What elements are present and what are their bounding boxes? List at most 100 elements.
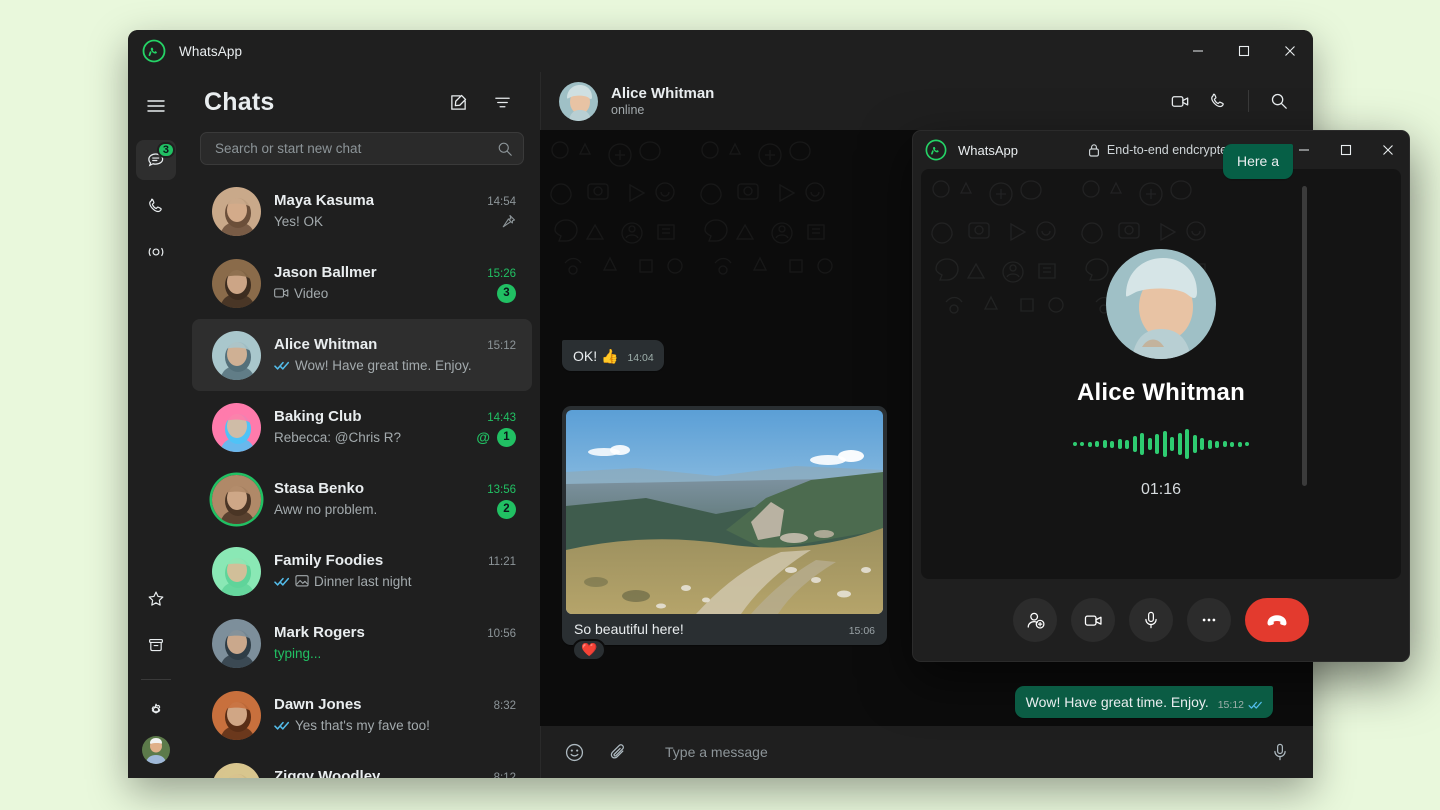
waveform-bar xyxy=(1110,441,1114,448)
unread-badge: 2 xyxy=(497,500,516,519)
avatar-image xyxy=(212,475,261,524)
message-text: Wow! Have great time. Enjoy. xyxy=(1026,693,1209,712)
sidebar-item-calls[interactable] xyxy=(136,186,176,226)
avatar-image xyxy=(212,763,261,779)
message-time: 14:04 xyxy=(627,351,653,365)
search-in-chat-button[interactable] xyxy=(1263,85,1295,117)
main-body: 3 xyxy=(128,72,1313,778)
minimize-button[interactable] xyxy=(1175,30,1221,72)
waveform-bar xyxy=(1185,429,1189,459)
app-title: WhatsApp xyxy=(179,44,242,59)
waveform-bar xyxy=(1215,441,1219,448)
contact-avatar[interactable] xyxy=(559,82,598,121)
attachment-button[interactable] xyxy=(603,737,633,767)
waveform-bar xyxy=(1208,440,1212,449)
chat-time: 15:12 xyxy=(479,340,516,352)
search-input[interactable] xyxy=(215,141,497,156)
waveform-bar xyxy=(1140,433,1144,455)
archive-icon xyxy=(146,635,166,655)
waveform-bar xyxy=(1223,441,1227,447)
phone-icon xyxy=(146,196,166,216)
maximize-button[interactable] xyxy=(1221,30,1267,72)
sidebar-item-settings[interactable] xyxy=(136,690,176,730)
chat-list-item[interactable]: Jason Ballmer 15:26 Video 3 xyxy=(192,247,532,319)
waveform-bar xyxy=(1095,441,1099,447)
chat-avatar[interactable] xyxy=(212,259,261,308)
chat-name: Family Foodies xyxy=(274,552,383,569)
chat-list-item[interactable]: Ziggy Woodley 8:12 xyxy=(192,751,532,778)
avatar-image xyxy=(212,619,261,668)
search-icon[interactable] xyxy=(497,141,513,157)
chat-avatar[interactable] xyxy=(212,763,261,779)
new-chat-icon xyxy=(449,93,468,112)
waveform-bar xyxy=(1200,438,1204,450)
close-button[interactable] xyxy=(1267,30,1313,72)
chat-preview: Yes that's my fave too! xyxy=(274,718,430,733)
close-icon xyxy=(1382,144,1394,156)
phone-icon xyxy=(1208,91,1228,111)
image-message-bubble[interactable]: So beautiful here! 15:06 ❤️ xyxy=(562,406,887,645)
waveform-bar xyxy=(1170,437,1174,451)
chat-avatar[interactable] xyxy=(212,331,261,380)
waveform-bar xyxy=(1238,442,1242,447)
hamburger-menu-icon xyxy=(146,96,166,116)
call-maximize-button[interactable] xyxy=(1325,131,1367,169)
chat-avatar[interactable] xyxy=(212,691,261,740)
read-receipt-double-check-icon xyxy=(274,576,290,587)
search-box[interactable] xyxy=(200,132,524,165)
main-titlebar: WhatsApp xyxy=(128,30,1313,72)
chat-item-content: Maya Kasuma 14:54 Yes! OK xyxy=(274,192,516,231)
profile-avatar[interactable] xyxy=(142,736,170,764)
image-caption-row: So beautiful here! 15:06 xyxy=(566,614,883,645)
emoji-button[interactable] xyxy=(559,737,589,767)
conversation-actions xyxy=(1164,85,1295,117)
voice-message-button[interactable] xyxy=(1265,737,1295,767)
chat-avatar[interactable] xyxy=(212,547,261,596)
chat-list-item[interactable]: Mark Rogers 10:56 typing... xyxy=(192,607,532,679)
chat-list-item[interactable]: Alice Whitman 15:12 Wow! Have great time… xyxy=(192,319,532,391)
message-reaction[interactable]: ❤️ xyxy=(572,639,606,662)
chat-avatar[interactable] xyxy=(212,403,261,452)
video-call-button[interactable] xyxy=(1164,85,1196,117)
chat-avatar[interactable] xyxy=(212,187,261,236)
message-meta: 15:12 xyxy=(1218,698,1263,712)
chat-list-item[interactable]: Dawn Jones 8:32 Yes that's my fave too! xyxy=(192,679,532,751)
message-photo[interactable] xyxy=(566,410,883,614)
chat-avatar[interactable] xyxy=(212,475,261,524)
avatar-image xyxy=(1106,249,1216,359)
message-input[interactable] xyxy=(647,744,1251,760)
chat-list-item[interactable]: Family Foodies 11:21 Dinner last night xyxy=(192,535,532,607)
call-minimize-button[interactable] xyxy=(1283,131,1325,169)
minimize-icon xyxy=(1298,144,1310,156)
sidebar-item-status[interactable] xyxy=(136,232,176,272)
chat-list[interactable]: Maya Kasuma 14:54 Yes! OK Jason Ballmer … xyxy=(184,175,540,778)
read-receipt-double-check-icon xyxy=(274,360,290,371)
chat-preview-text: typing... xyxy=(274,646,321,661)
pin-icon xyxy=(501,214,516,229)
read-receipt-double-check-icon xyxy=(1248,700,1263,710)
voice-call-button[interactable] xyxy=(1202,85,1234,117)
contact-status: online xyxy=(611,103,714,117)
sidebar-item-chats[interactable]: 3 xyxy=(136,140,176,180)
chat-time: 10:56 xyxy=(479,628,516,640)
message-scrollbar[interactable] xyxy=(1302,186,1307,486)
chat-item-content: Mark Rogers 10:56 typing... xyxy=(274,624,516,663)
chat-avatar[interactable] xyxy=(212,619,261,668)
search-icon xyxy=(1270,92,1288,110)
call-close-button[interactable] xyxy=(1367,131,1409,169)
new-chat-button[interactable] xyxy=(442,86,474,118)
message-bubble-outgoing[interactable]: Wow! Have great time. Enjoy. 15:12 xyxy=(1015,686,1273,718)
hamburger-menu-button[interactable] xyxy=(136,86,176,126)
chat-item-content: Baking Club 14:43 Rebecca: @Chris R? @1 xyxy=(274,408,516,447)
filter-chats-button[interactable] xyxy=(486,86,518,118)
video-call-icon xyxy=(1170,91,1191,112)
sidebar-item-starred[interactable] xyxy=(136,579,176,619)
sidebar-item-archived[interactable] xyxy=(136,625,176,665)
waveform-bar xyxy=(1148,438,1152,450)
chat-list-item[interactable]: Maya Kasuma 14:54 Yes! OK xyxy=(192,175,532,247)
chat-list-header: Chats xyxy=(184,72,540,124)
chat-item-content: Alice Whitman 15:12 Wow! Have great time… xyxy=(274,336,516,375)
chat-list-item[interactable]: Stasa Benko 13:56 Aww no problem. 2 xyxy=(192,463,532,535)
chat-list-item[interactable]: Baking Club 14:43 Rebecca: @Chris R? @1 xyxy=(192,391,532,463)
message-bubble-incoming[interactable]: OK! 👍 14:04 xyxy=(562,340,664,372)
